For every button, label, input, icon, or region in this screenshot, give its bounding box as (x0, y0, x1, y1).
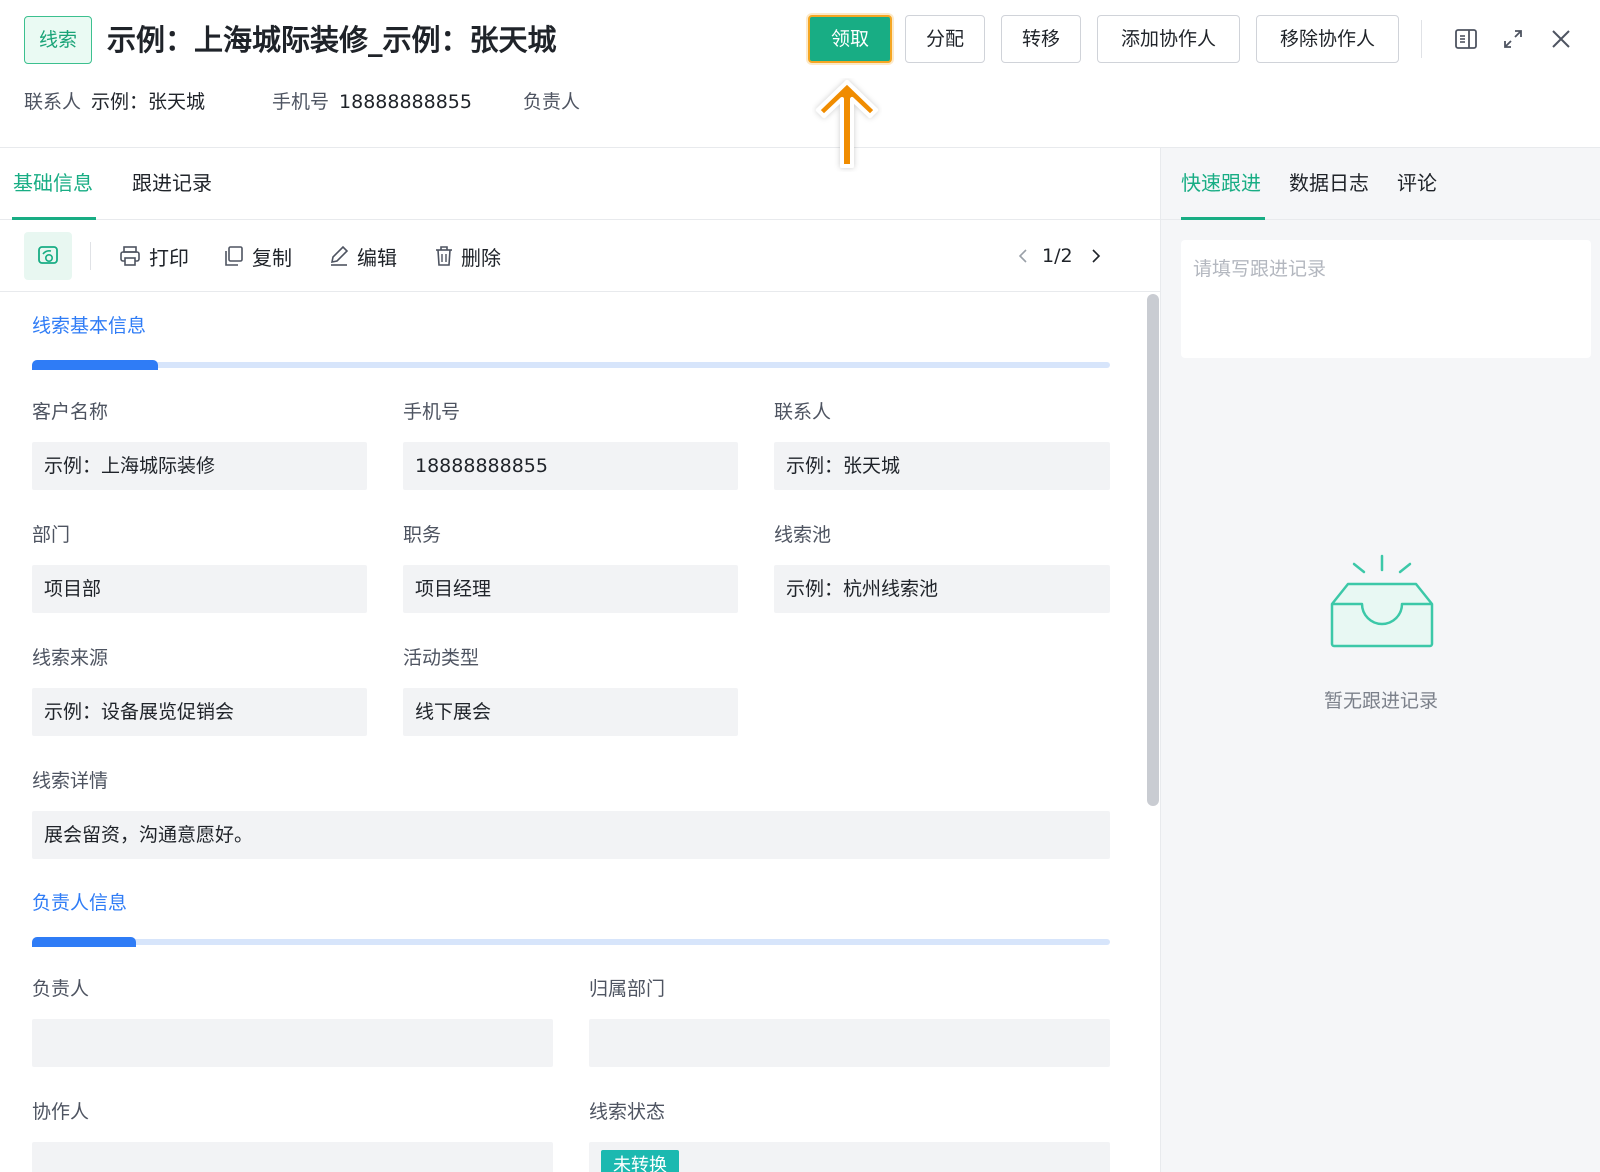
section-title-basic: 线索基本信息 (32, 315, 147, 337)
pager-text: 1/2 (1042, 245, 1073, 267)
label-customer-name: 客户名称 (32, 401, 109, 423)
close-icon[interactable] (1546, 24, 1576, 54)
scan-view-button[interactable] (24, 232, 72, 280)
label-collaborator: 协作人 (32, 1101, 90, 1123)
label-phone: 手机号 (403, 401, 461, 423)
meta-phone-value: 18888888855 (339, 91, 472, 113)
remove-collaborator-button[interactable]: 移除协作人 (1256, 15, 1399, 63)
field-department[interactable]: 项目部 (32, 565, 367, 613)
right-tabs: 快速跟进 数据日志 评论 (1161, 148, 1600, 220)
assign-button[interactable]: 分配 (905, 15, 985, 63)
detail-form: 线索基本信息 客户名称 示例：上海城际装修 手机号 18888888855 联系… (0, 292, 1160, 1172)
field-status[interactable]: 未转换 (589, 1142, 1110, 1172)
record-title: 示例：上海城际装修_示例：张天城 (107, 23, 557, 57)
label-source: 线索来源 (32, 647, 109, 669)
tab-follow-records[interactable]: 跟进记录 (132, 168, 212, 198)
label-position: 职务 (403, 524, 442, 546)
tab-data-log[interactable]: 数据日志 (1289, 168, 1369, 198)
edit-button[interactable]: 编辑 (329, 240, 397, 272)
claim-button[interactable]: 领取 (808, 15, 892, 63)
card-view-icon (38, 246, 58, 264)
toolbar-divider (90, 242, 91, 270)
left-tabs: 基础信息 跟进记录 (0, 148, 1160, 220)
field-detail[interactable]: 展会留资，沟通意愿好。 (32, 811, 1110, 859)
edit-label: 编辑 (357, 245, 397, 270)
meta-owner: 负责人 (523, 86, 590, 118)
field-customer-name[interactable]: 示例：上海城际装修 (32, 442, 367, 490)
label-owner-dept: 归属部门 (589, 978, 666, 1000)
label-activity-type: 活动类型 (403, 647, 480, 669)
detail-header: 线索 示例：上海城际装修_示例：张天城 联系人 示例：张天城 手机号 1888888… (0, 0, 1600, 148)
header-divider (1421, 20, 1422, 58)
empty-state-text: 暂无跟进记录 (1323, 690, 1438, 712)
add-collaborator-button[interactable]: 添加协作人 (1097, 15, 1240, 63)
section-title-owner: 负责人信息 (32, 892, 128, 914)
follow-up-input[interactable]: 请填写跟进记录 (1181, 240, 1591, 358)
record-pager: 1/2 (1016, 240, 1103, 272)
side-panel-icon[interactable] (1451, 24, 1481, 54)
meta-contact: 联系人 示例：张天城 (24, 86, 205, 118)
trash-icon (436, 246, 452, 266)
section-bar-basic (32, 360, 1110, 370)
empty-inbox-icon (1330, 554, 1434, 648)
meta-owner-label: 负责人 (523, 91, 581, 113)
meta-phone-label: 手机号 (272, 91, 330, 113)
field-lead-pool[interactable]: 示例：杭州线索池 (774, 565, 1110, 613)
right-tab-active-indicator (1181, 217, 1265, 220)
print-button[interactable]: 打印 (119, 240, 189, 272)
content-scrollbar[interactable] (1147, 294, 1159, 806)
label-contact: 联系人 (774, 401, 832, 423)
delete-label: 删除 (461, 245, 501, 270)
label-status: 线索状态 (589, 1101, 666, 1123)
field-collaborator[interactable] (32, 1142, 553, 1172)
meta-contact-label: 联系人 (24, 91, 82, 113)
copy-label: 复制 (252, 245, 292, 270)
transfer-button[interactable]: 转移 (1001, 15, 1081, 63)
chevron-left-icon[interactable] (1016, 247, 1030, 265)
field-position[interactable]: 项目经理 (403, 565, 738, 613)
record-toolbar: 打印 复制 编辑 删除 1/2 (0, 220, 1160, 292)
tab-quick-follow[interactable]: 快速跟进 (1181, 168, 1261, 198)
field-contact[interactable]: 示例：张天城 (774, 442, 1110, 490)
label-detail: 线索详情 (32, 770, 109, 792)
tab-comments[interactable]: 评论 (1397, 168, 1437, 198)
delete-button[interactable]: 删除 (435, 240, 501, 272)
meta-contact-value: 示例：张天城 (91, 91, 206, 113)
expand-icon[interactable] (1498, 24, 1528, 54)
copy-icon (225, 246, 243, 266)
field-activity-type[interactable]: 线下展会 (403, 688, 738, 736)
printer-icon (120, 246, 140, 266)
field-phone[interactable]: 18888888855 (403, 442, 738, 490)
label-department: 部门 (32, 524, 71, 546)
field-owner[interactable] (32, 1019, 553, 1067)
record-type-tag: 线索 (24, 16, 93, 64)
section-bar-owner (32, 937, 1110, 947)
status-badge: 未转换 (601, 1150, 679, 1172)
meta-phone: 手机号 18888888855 (272, 86, 472, 118)
tab-basic-info[interactable]: 基础信息 (13, 168, 93, 198)
field-source[interactable]: 示例：设备展览促销会 (32, 688, 367, 736)
follow-up-panel: 快速跟进 数据日志 评论 请填写跟进记录 暂无跟进记录 (1160, 148, 1600, 1172)
label-lead-pool: 线索池 (774, 524, 832, 546)
print-label: 打印 (149, 245, 189, 270)
label-owner: 负责人 (32, 978, 90, 1000)
copy-button[interactable]: 复制 (224, 240, 292, 272)
pencil-icon (330, 245, 349, 266)
chevron-right-icon[interactable] (1089, 247, 1103, 265)
field-owner-dept[interactable] (589, 1019, 1110, 1067)
